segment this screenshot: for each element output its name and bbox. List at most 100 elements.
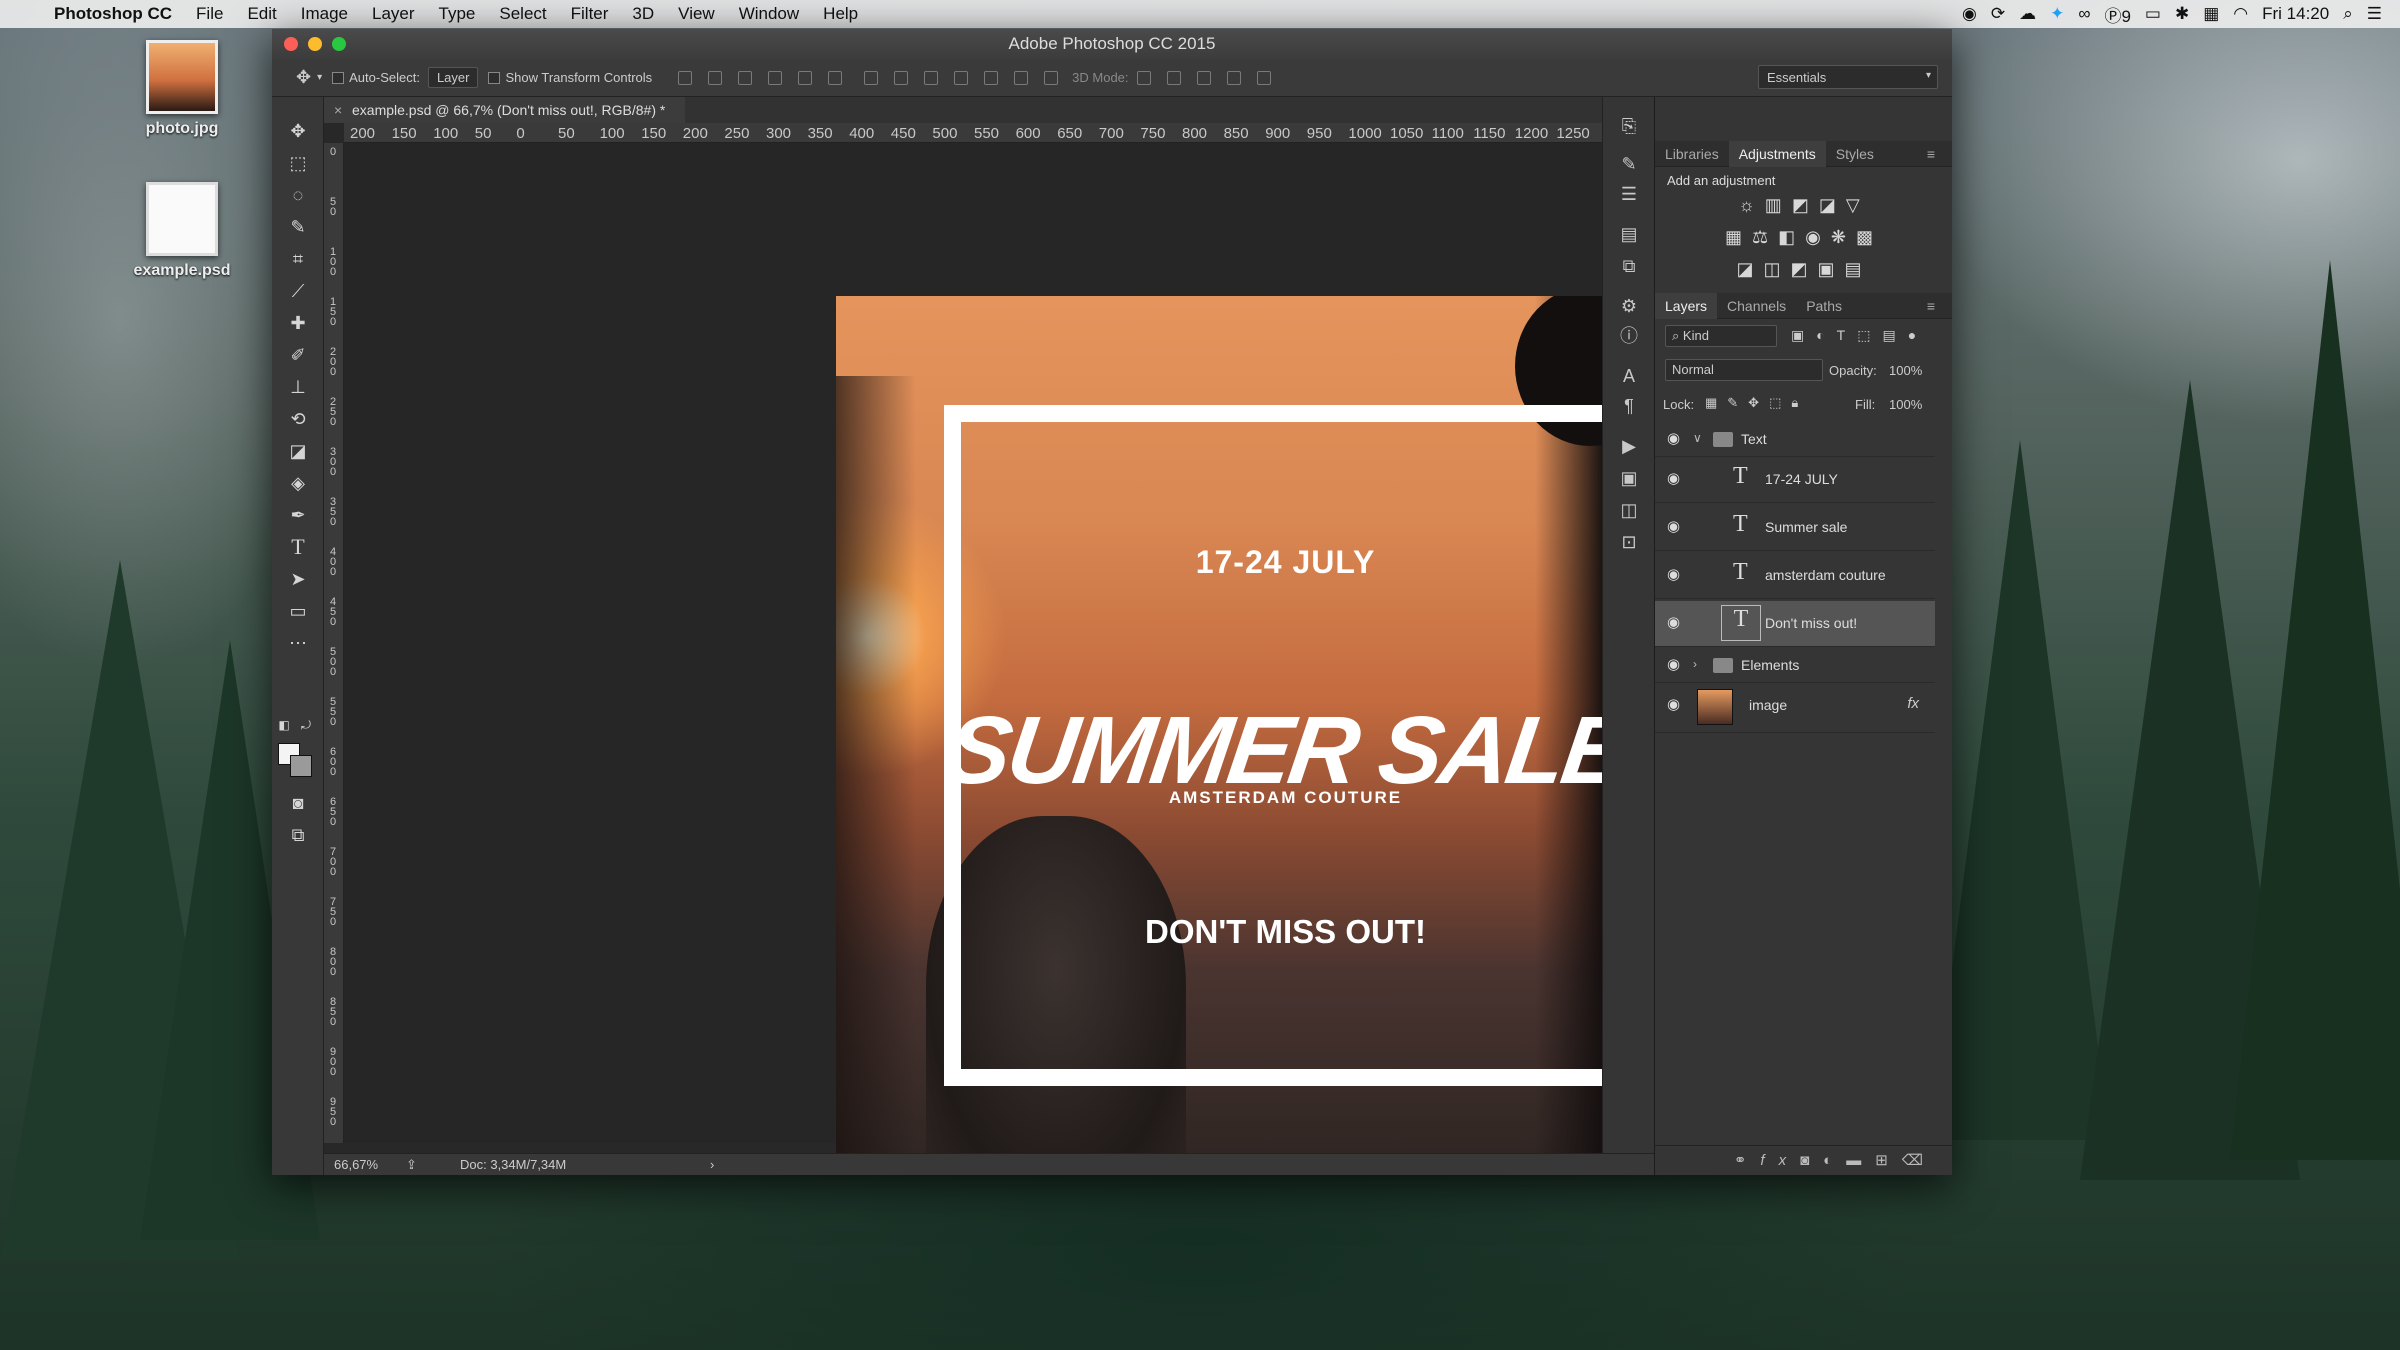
bluetooth-icon[interactable]: ✱ <box>2175 4 2189 24</box>
crop-tool-icon[interactable]: ⌗ <box>284 245 312 273</box>
screen-mode-icon[interactable]: ⧉ <box>284 821 312 849</box>
link-layers-icon[interactable]: ⚭ <box>1734 1152 1761 1169</box>
spotlight-search-icon[interactable]: ⌕ <box>2343 4 2353 24</box>
3d-slide-icon[interactable] <box>1226 70 1241 85</box>
menu-window[interactable]: Window <box>727 4 811 24</box>
clone-stamp-tool-icon[interactable]: ⊥ <box>284 373 312 401</box>
panel-menu-icon[interactable]: ≡ <box>1917 141 1945 167</box>
menu-filter[interactable]: Filter <box>559 4 621 24</box>
align-top-icon[interactable] <box>678 70 693 85</box>
close-tab-icon[interactable]: × <box>334 97 342 123</box>
adjustment-layer-icon[interactable]: ◐ <box>1823 1152 1846 1169</box>
quick-mask-icon[interactable]: ◙ <box>284 789 312 817</box>
zoom-level[interactable]: 66,67% <box>334 1154 378 1175</box>
layer-image[interactable]: ◉ image fx <box>1655 683 1935 733</box>
transform-controls-checkbox[interactable] <box>488 71 501 84</box>
hue-saturation-icon[interactable]: ▦ <box>1725 227 1752 247</box>
menu-edit[interactable]: Edit <box>235 4 288 24</box>
clock[interactable]: Fri 14:20 <box>2262 4 2329 24</box>
wifi-icon[interactable]: ◠ <box>2233 4 2248 24</box>
brush-tool-icon[interactable]: ✐ <box>284 341 312 369</box>
brightness-icon[interactable]: ☼ <box>1738 195 1765 215</box>
folder-icon[interactable]: ▤ <box>1616 221 1642 247</box>
trash-icon[interactable]: ⌫ <box>1902 1152 1937 1169</box>
horizontal-ruler[interactable]: 200 150 100 50 0 50 100 150 200 250 300 350 400 450 50… <box>344 123 1654 143</box>
distribute-right-icon[interactable] <box>1014 70 1029 85</box>
distribute-vcenter-icon[interactable] <box>894 70 909 85</box>
menu-select[interactable]: Select <box>487 4 558 24</box>
filter-icons[interactable]: ▣◐T⬚▤● <box>1791 327 1928 344</box>
auto-select-dropdown[interactable]: Layer <box>427 67 479 88</box>
align-left-icon[interactable] <box>768 70 783 85</box>
menu-app-name[interactable]: Photoshop CC <box>44 4 184 24</box>
auto-align-icon[interactable] <box>1044 70 1059 85</box>
menu-layer[interactable]: Layer <box>360 4 427 24</box>
lock-icons[interactable]: ▦✎✥⬚🔒︎ <box>1705 395 1808 411</box>
minimize-button[interactable] <box>308 37 322 51</box>
menu-file[interactable]: File <box>184 4 235 24</box>
3d-roll-icon[interactable] <box>1166 70 1181 85</box>
history-brush-tool-icon[interactable]: ⟲ <box>284 405 312 433</box>
tab-adjustments[interactable]: Adjustments <box>1728 141 1826 167</box>
distribute-left-icon[interactable] <box>954 70 969 85</box>
panel-menu-icon[interactable]: ≡ <box>1917 293 1945 319</box>
menu-view[interactable]: View <box>666 4 727 24</box>
color-lookup-icon[interactable]: ▩ <box>1856 227 1883 247</box>
3d-rotate-icon[interactable] <box>1136 70 1151 85</box>
visibility-eye-icon[interactable]: ◉ <box>1667 655 1687 673</box>
add-mask-icon[interactable]: ◙ <box>1800 1152 1823 1169</box>
layer-text-date[interactable]: ◉ T 17-24 JULY <box>1655 457 1935 503</box>
opacity-value[interactable]: 100% <box>1889 363 1922 378</box>
type-tool-icon[interactable]: T <box>284 533 312 561</box>
workspace-dropdown[interactable]: Essentials ▾ <box>1758 65 1938 89</box>
3d-scale-icon[interactable] <box>1256 70 1271 85</box>
fx-icon[interactable]: fx <box>1907 695 1919 712</box>
layer-text-amsterdam[interactable]: ◉ T amsterdam couture <box>1655 553 1935 599</box>
visibility-eye-icon[interactable]: ◉ <box>1667 517 1687 535</box>
visibility-eye-icon[interactable]: ◉ <box>1667 469 1687 487</box>
visibility-eye-icon[interactable]: ◉ <box>1667 695 1687 713</box>
swap-colors-icon[interactable]: ⤾ <box>298 711 314 739</box>
creative-cloud-icon[interactable]: ∞ <box>2078 4 2090 24</box>
layer-comps-icon[interactable]: ⊡ <box>1616 529 1642 555</box>
tab-layers[interactable]: Layers <box>1655 293 1718 319</box>
visibility-eye-icon[interactable]: ◉ <box>1667 565 1687 583</box>
person-icon[interactable]: ▣ <box>1616 465 1642 491</box>
more-tools-icon[interactable]: ⋯ <box>284 629 312 657</box>
pen-tool-icon[interactable]: ✒ <box>284 501 312 529</box>
chevron-down-icon[interactable]: ∨ <box>1693 431 1702 445</box>
tab-styles[interactable]: Styles <box>1826 141 1884 167</box>
layer-group-elements[interactable]: ◉ › Elements <box>1655 649 1935 683</box>
layer-group-text[interactable]: ◉ ∨ Text <box>1655 423 1935 457</box>
paragraph-icon[interactable]: ¶ <box>1616 393 1642 419</box>
menu-3d[interactable]: 3D <box>620 4 666 24</box>
canvas-artwork[interactable]: 17-24 JULY SUMMER SALE AMSTERDAM COUTURE… <box>836 296 1735 1175</box>
new-layer-icon[interactable]: ⊞ <box>1875 1152 1902 1169</box>
move-tool-icon[interactable]: ✥ <box>296 67 311 88</box>
vibrance-icon[interactable]: ▽ <box>1846 195 1870 215</box>
character-icon[interactable]: A <box>1616 363 1642 389</box>
align-right-icon[interactable] <box>828 70 843 85</box>
move-tool-icon[interactable]: ✥ <box>284 117 312 145</box>
photo-filter-icon[interactable]: ◉ <box>1805 227 1831 247</box>
color-balance-icon[interactable]: ⚖ <box>1752 227 1778 247</box>
desktop-file-photo[interactable]: photo.jpg <box>122 40 242 138</box>
document-tab[interactable]: × example.psd @ 66,7% (Don't miss out!, R… <box>324 97 1654 123</box>
menu-help[interactable]: Help <box>811 4 870 24</box>
properties-icon[interactable]: ⚙ <box>1616 293 1642 319</box>
align-vcenter-icon[interactable] <box>708 70 723 85</box>
3d-pan-icon[interactable] <box>1196 70 1211 85</box>
record-icon[interactable]: ◉ <box>1962 4 1977 24</box>
black-white-icon[interactable]: ◧ <box>1778 227 1805 247</box>
tab-paths[interactable]: Paths <box>1796 293 1852 319</box>
layer-kind-filter[interactable]: ⌕ Kind <box>1665 325 1777 347</box>
exposure-icon[interactable]: ◪ <box>1819 195 1846 215</box>
brush-presets-icon[interactable]: ✎ <box>1616 151 1642 177</box>
path-selection-tool-icon[interactable]: ➤ <box>284 565 312 593</box>
menu-image[interactable]: Image <box>289 4 360 24</box>
vertical-ruler[interactable]: 0 50 100 150 200 250 300 350 400 450 500 550 600 650 7… <box>324 143 344 1143</box>
zoom-button[interactable] <box>332 37 346 51</box>
visibility-eye-icon[interactable]: ◉ <box>1667 613 1687 631</box>
sync-icon[interactable]: ⟳ <box>1991 4 2005 24</box>
info-icon[interactable]: ⓘ <box>1616 323 1642 349</box>
